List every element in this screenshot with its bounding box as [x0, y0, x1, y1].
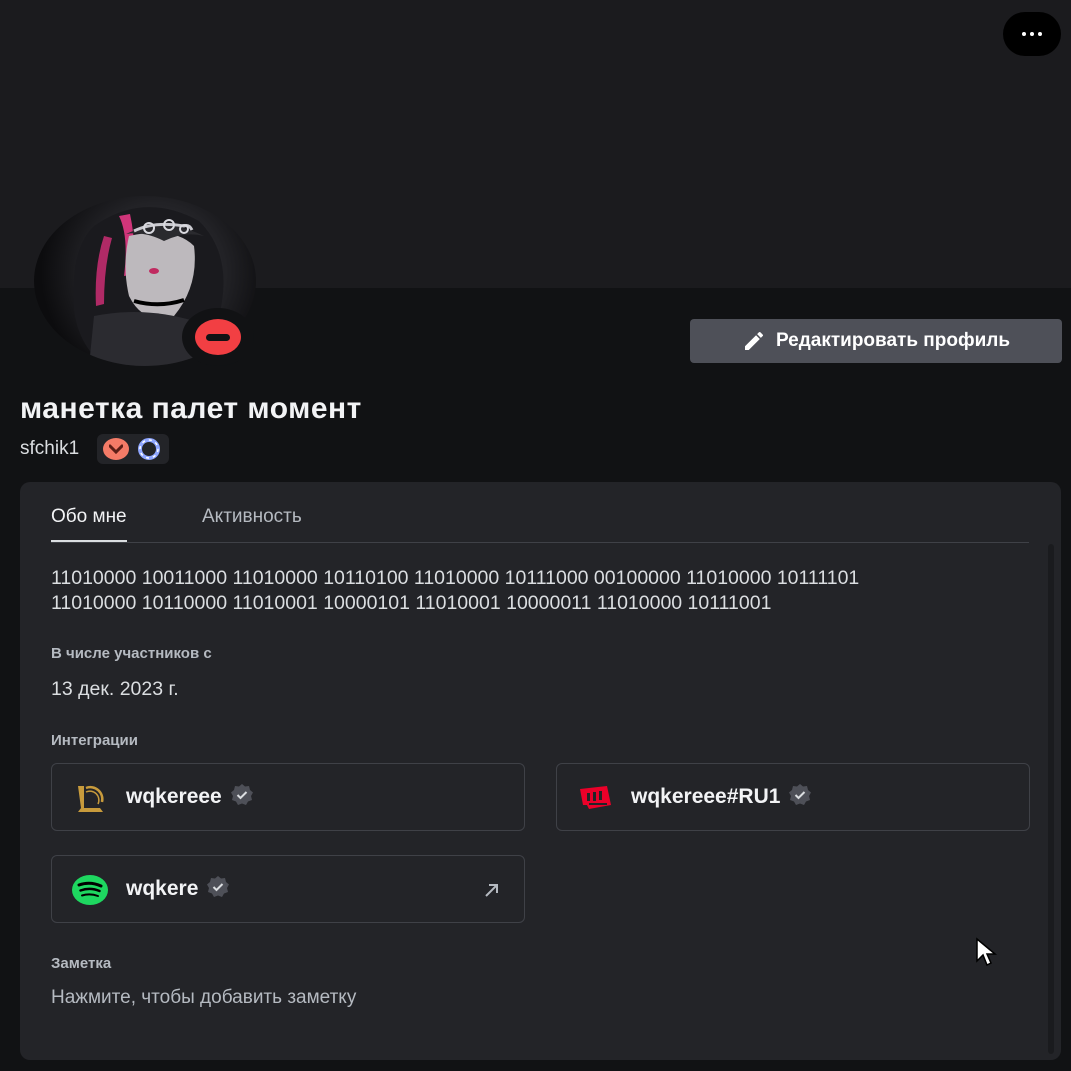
tab-about-me[interactable]: Обо мне	[51, 506, 127, 542]
more-dot-icon	[1038, 32, 1042, 36]
integration-riot-games[interactable]: wqkereee#RU1	[556, 763, 1030, 831]
username-row: sfchik1	[20, 434, 170, 464]
verified-check-icon	[789, 784, 812, 806]
integrations-heading: Интеграции	[51, 732, 138, 749]
note-input[interactable]: Нажмите, чтобы добавить заметку	[51, 987, 651, 1009]
badge-list	[97, 434, 170, 464]
bio-line: 11010000 10110000 11010001 10000101 1101…	[51, 592, 772, 614]
bio-text: 11010000 10011000 11010000 10110100 1101…	[51, 566, 1031, 616]
open-external-icon[interactable]	[482, 880, 502, 900]
integration-account-name: wqkereee	[126, 784, 254, 809]
scrollbar-track[interactable]	[1048, 544, 1054, 1054]
display-name: манетка палет момент	[20, 392, 362, 425]
profile-panel: Обо мне Активность 11010000 10011000 110…	[20, 482, 1061, 1060]
integration-league-of-legends[interactable]: wqkereee	[51, 763, 525, 831]
verified-check-icon	[207, 876, 230, 898]
riot-games-icon	[577, 782, 613, 814]
more-options-button[interactable]	[1003, 12, 1061, 56]
edit-profile-button[interactable]: Редактировать профиль	[690, 319, 1062, 363]
tab-activity[interactable]: Активность	[202, 506, 302, 540]
league-of-legends-icon	[72, 782, 108, 814]
verified-check-icon	[230, 784, 253, 806]
status-indicator-ring	[182, 308, 254, 366]
scrollbar-thumb[interactable]	[1048, 544, 1054, 1054]
member-since-heading: В числе участников с	[51, 645, 212, 662]
nitro-boost-badge-icon[interactable]	[135, 437, 163, 461]
bio-line: 11010000 10011000 11010000 10110100 1101…	[51, 567, 860, 589]
note-heading: Заметка	[51, 955, 112, 972]
spotify-icon	[72, 874, 108, 906]
mouse-cursor-icon	[976, 937, 998, 967]
profile-tabs: Обо мне Активность	[51, 506, 1029, 543]
edit-profile-label: Редактировать профиль	[775, 330, 1011, 351]
more-dot-icon	[1030, 32, 1034, 36]
more-dot-icon	[1022, 32, 1026, 36]
integration-account-name: wqkereee#RU1	[631, 784, 812, 809]
member-since-date: 13 дек. 2023 г.	[51, 678, 179, 700]
integration-account-name: wqkere	[126, 876, 230, 901]
username[interactable]: sfchik1	[20, 438, 79, 460]
heart-badge-icon[interactable]	[103, 438, 130, 460]
pencil-icon	[744, 331, 763, 350]
integration-spotify[interactable]: wqkere	[51, 855, 525, 923]
do-not-disturb-status-icon	[195, 319, 241, 355]
